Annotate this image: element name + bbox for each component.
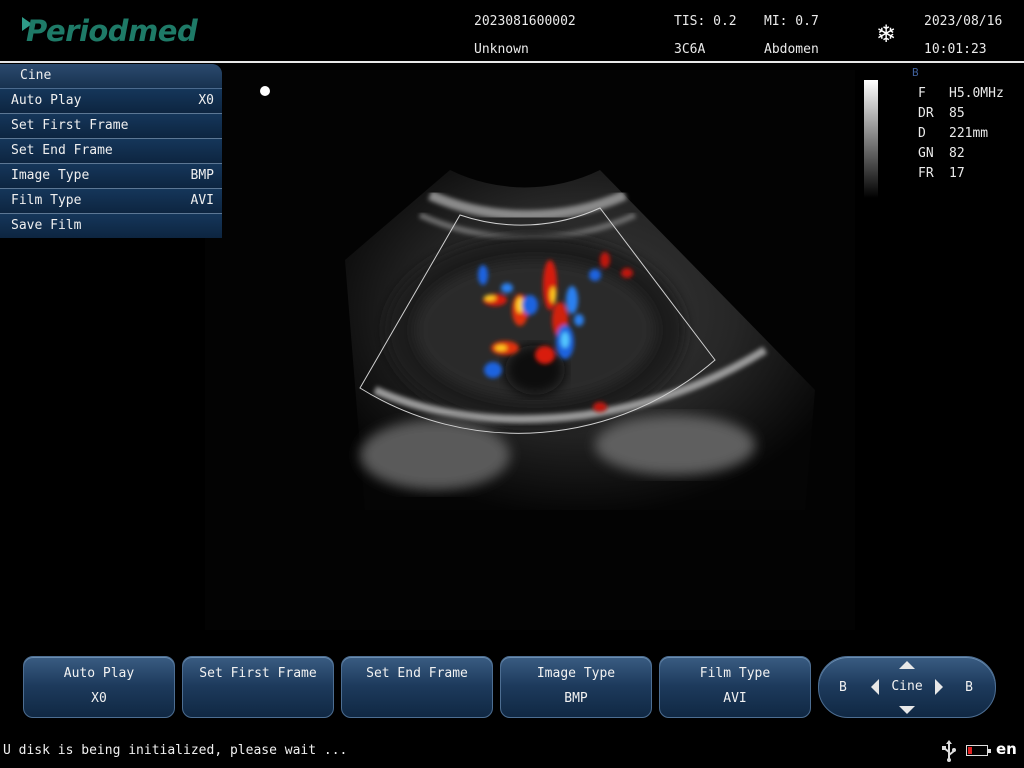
patient-id: 2023081600002 bbox=[474, 14, 576, 29]
nav-right-label: B bbox=[965, 680, 973, 695]
menu-item-image-type[interactable]: Image Type BMP bbox=[0, 164, 222, 189]
imaging-parameters: B F H5.0MHz DR 85 D 221mm GN 82 FR 17 bbox=[912, 66, 1004, 184]
cine-nav-pad[interactable]: B Cine B bbox=[818, 656, 996, 718]
softkey-auto-play[interactable]: Auto Play X0 bbox=[23, 656, 175, 718]
battery-fill bbox=[968, 747, 972, 754]
cine-menu-title: Cine bbox=[0, 64, 222, 89]
tis-readout: TIS: 0.2 bbox=[674, 14, 737, 29]
focus-marker bbox=[260, 86, 270, 96]
param-row-gain: GN 82 bbox=[918, 146, 965, 161]
patient-name: Unknown bbox=[474, 42, 529, 57]
probe-name: 3C6A bbox=[674, 42, 706, 57]
header-divider bbox=[0, 61, 1024, 63]
battery-icon bbox=[966, 745, 991, 756]
status-message: U disk is being initialized, please wait… bbox=[3, 743, 348, 758]
exam-date: 2023/08/16 bbox=[924, 14, 1003, 29]
menu-item-film-type[interactable]: Film Type AVI bbox=[0, 189, 222, 214]
exam-preset: Abdomen bbox=[764, 42, 819, 57]
mi-readout: MI: 0.7 bbox=[764, 14, 819, 29]
arrow-down-icon[interactable] bbox=[899, 706, 915, 714]
brand-logo: Periodmed bbox=[22, 14, 198, 48]
menu-item-set-end-frame[interactable]: Set End Frame bbox=[0, 139, 222, 164]
param-row-dynamic-range: DR 85 bbox=[918, 106, 965, 121]
ultrasound-image[interactable] bbox=[205, 70, 855, 630]
softkey-set-end-frame[interactable]: Set End Frame bbox=[341, 656, 493, 718]
snowflake-icon[interactable]: ❄ bbox=[876, 22, 896, 46]
softkey-film-type[interactable]: Film Type AVI bbox=[659, 656, 811, 718]
menu-item-auto-play[interactable]: Auto Play X0 bbox=[0, 89, 222, 114]
cine-menu: Cine Auto Play X0 Set First Frame Set End… bbox=[0, 64, 222, 238]
param-row-frequency: F H5.0MHz bbox=[918, 86, 1004, 101]
menu-item-set-first-frame[interactable]: Set First Frame bbox=[0, 114, 222, 139]
brand-name: Periodmed bbox=[26, 14, 198, 48]
exam-time: 10:01:23 bbox=[924, 42, 987, 57]
menu-item-save-film[interactable]: Save Film bbox=[0, 214, 222, 238]
language-indicator[interactable]: en bbox=[996, 740, 1017, 758]
param-row-depth: D 221mm bbox=[918, 126, 989, 141]
softkey-set-first-frame[interactable]: Set First Frame bbox=[182, 656, 334, 718]
grayscale-bar bbox=[864, 80, 878, 198]
param-row-frame-rate: FR 17 bbox=[918, 166, 965, 181]
usb-icon bbox=[942, 740, 956, 762]
mode-indicator: B bbox=[912, 66, 919, 79]
softkey-image-type[interactable]: Image Type BMP bbox=[500, 656, 652, 718]
arrow-up-icon[interactable] bbox=[899, 661, 915, 669]
